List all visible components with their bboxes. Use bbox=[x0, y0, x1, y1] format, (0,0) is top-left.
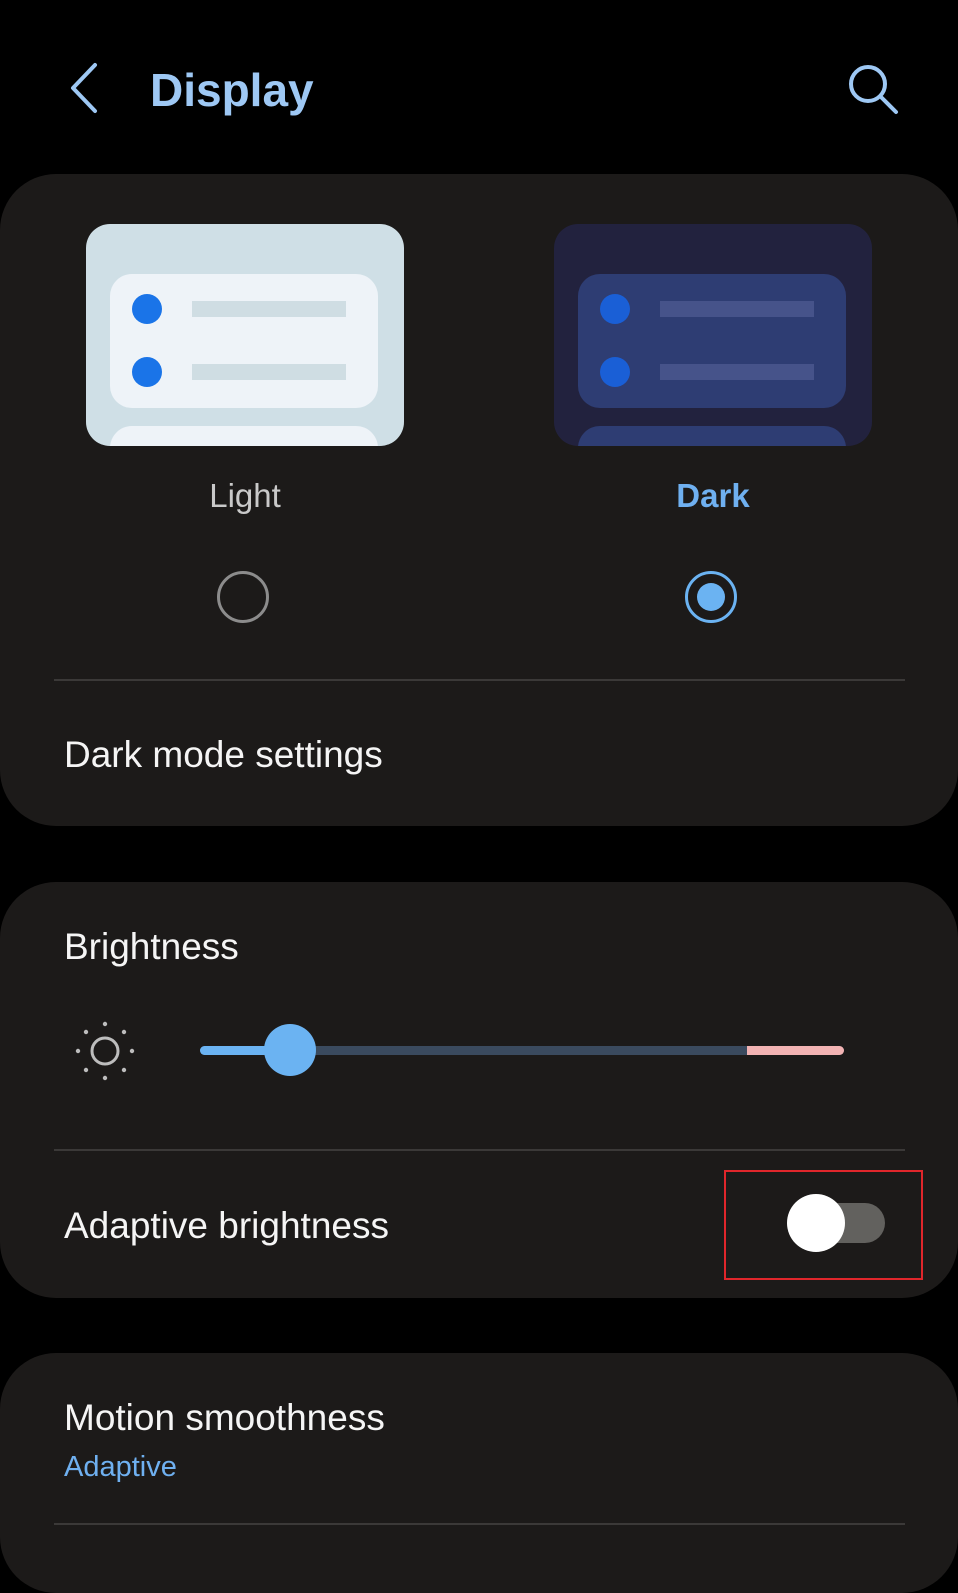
theme-label-dark: Dark bbox=[676, 477, 750, 514]
brightness-slider[interactable] bbox=[200, 1024, 844, 1076]
chevron-left-icon bbox=[71, 63, 97, 113]
dark-theme-radio[interactable] bbox=[685, 571, 737, 623]
preview-line bbox=[660, 364, 814, 380]
preview-line bbox=[660, 301, 814, 317]
divider bbox=[54, 679, 905, 681]
preview-panel bbox=[110, 426, 378, 446]
light-theme-radio[interactable] bbox=[217, 571, 269, 623]
preview-line bbox=[192, 301, 346, 317]
search-icon bbox=[849, 65, 898, 114]
sun-icon bbox=[75, 1021, 135, 1081]
dark-mode-settings-item[interactable]: Dark mode settings bbox=[64, 732, 383, 778]
light-theme-preview[interactable] bbox=[86, 224, 404, 446]
page-title: Display bbox=[150, 64, 314, 116]
adaptive-brightness-toggle[interactable] bbox=[787, 1194, 887, 1252]
theme-option-light[interactable]: Light bbox=[86, 224, 404, 623]
preview-dot bbox=[132, 357, 162, 387]
motion-smoothness-value: Adaptive bbox=[64, 1451, 177, 1483]
toggle-knob bbox=[787, 1194, 845, 1252]
divider bbox=[54, 1523, 905, 1525]
brightness-card: Brightness Adaptive brightness bbox=[0, 882, 958, 1298]
brightness-title: Brightness bbox=[64, 926, 239, 967]
divider bbox=[54, 1149, 905, 1151]
theme-label-light: Light bbox=[209, 477, 281, 514]
slider-thumb[interactable] bbox=[264, 1024, 317, 1076]
preview-panel bbox=[578, 274, 846, 408]
preview-dot bbox=[600, 294, 630, 324]
motion-smoothness-title: Motion smoothness bbox=[64, 1397, 385, 1438]
theme-card: Light Dark Dark mode settings bbox=[0, 174, 958, 826]
app-bar: Display bbox=[0, 0, 958, 175]
slider-extra-brightness-zone bbox=[747, 1046, 844, 1055]
preview-line bbox=[192, 364, 346, 380]
preview-panel bbox=[578, 426, 846, 446]
radio-selected-dot bbox=[697, 583, 725, 611]
preview-dot bbox=[600, 357, 630, 387]
dark-theme-preview[interactable] bbox=[554, 224, 872, 446]
preview-dot bbox=[132, 294, 162, 324]
back-button[interactable] bbox=[56, 56, 112, 120]
motion-smoothness-item[interactable]: Motion smoothness Adaptive bbox=[0, 1353, 958, 1593]
search-button[interactable] bbox=[840, 56, 906, 122]
theme-option-dark[interactable]: Dark bbox=[554, 224, 872, 623]
preview-panel bbox=[110, 274, 378, 408]
adaptive-brightness-label: Adaptive brightness bbox=[64, 1205, 389, 1246]
